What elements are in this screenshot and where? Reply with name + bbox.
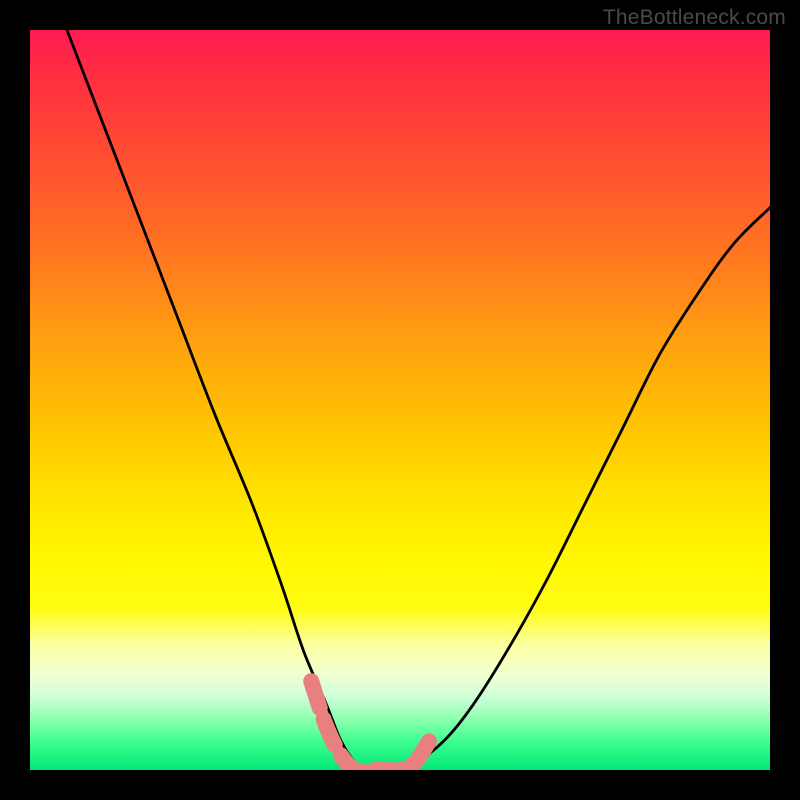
watermark-text: TheBottleneck.com (603, 6, 786, 30)
bottleneck-curve (67, 30, 770, 770)
chart-svg (30, 30, 770, 770)
chart-plot-area (30, 30, 770, 770)
highlight-segment (311, 681, 429, 770)
